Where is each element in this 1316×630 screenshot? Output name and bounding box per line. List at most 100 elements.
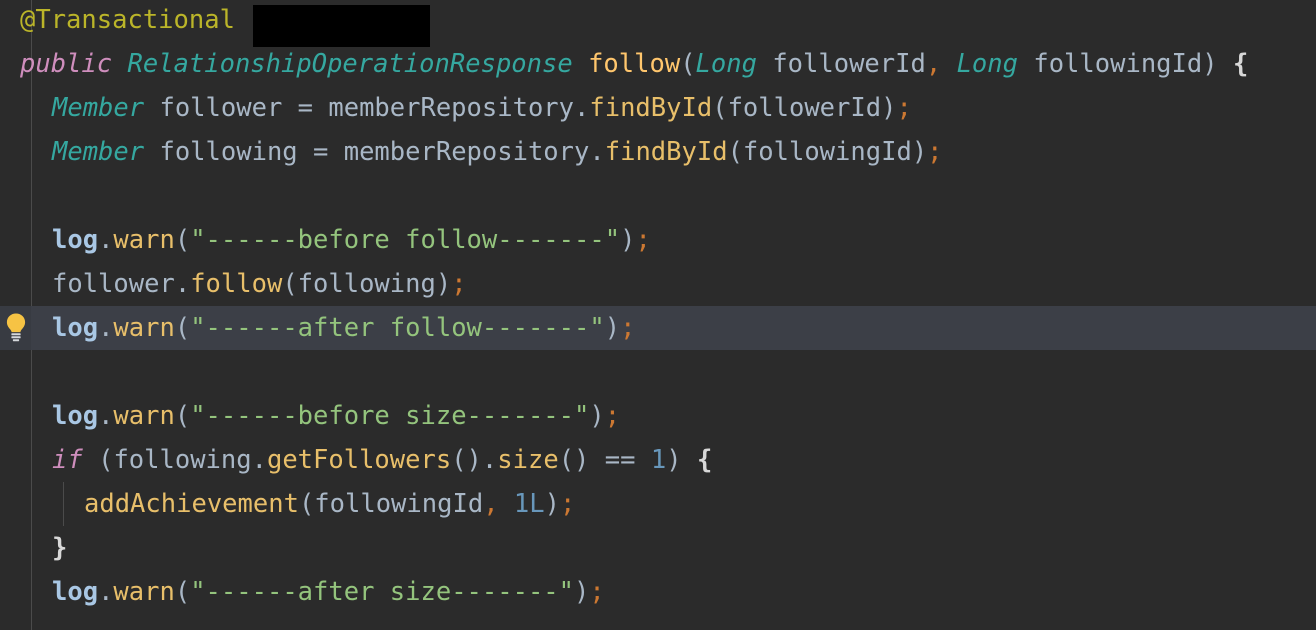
code-line[interactable]: log.warn("------after size-------"); (0, 570, 1316, 614)
token-paren: ( (712, 93, 728, 123)
redaction-box (253, 5, 430, 47)
token-identifier: followerId (727, 93, 882, 123)
code-line[interactable]: log.warn("------before size-------"); (0, 394, 1316, 438)
code-line[interactable] (0, 174, 1316, 218)
token-method: warn (113, 577, 175, 607)
token-method: findById (589, 93, 713, 123)
token-paren: ) (435, 269, 452, 299)
token-type: Long (956, 49, 1018, 79)
token-semicolon: ; (896, 93, 912, 123)
token-paren: ) (589, 401, 605, 431)
token-paren: ) (881, 93, 897, 123)
token-keyword: if (52, 445, 83, 475)
code-line-text: Member following = memberRepository.find… (0, 130, 943, 174)
token-operator: == (604, 445, 636, 475)
token-method: warn (113, 313, 175, 343)
token-paren: () (451, 445, 482, 475)
token-identifier: followerId (756, 49, 926, 79)
code-line[interactable]: follower.follow(following); (0, 262, 1316, 306)
code-line[interactable] (0, 350, 1316, 394)
token-type: RelationshipOperationResponse (127, 49, 573, 79)
token-brace: { (696, 445, 713, 475)
code-line[interactable]: } (0, 526, 1316, 570)
code-line-text: Member follower = memberRepository.findB… (0, 86, 912, 130)
token-semicolon: , (925, 49, 942, 79)
code-line[interactable]: log.warn("------after follow-------"); (0, 306, 1316, 350)
code-line[interactable]: public RelationshipOperationResponse fol… (0, 42, 1316, 86)
token-paren: ( (282, 269, 298, 299)
token-paren: ( (727, 137, 743, 167)
code-line[interactable]: if (following.getFollowers().size() == 1… (0, 438, 1316, 482)
token-identifier: followingId (742, 137, 912, 167)
code-line[interactable]: Member follower = memberRepository.findB… (0, 86, 1316, 130)
token-string: "------after size-------" (190, 577, 575, 607)
token-identifier: = (297, 93, 314, 123)
token-string: "------before follow-------" (190, 225, 621, 255)
token-log_field: log (52, 577, 99, 607)
token-method: follow (190, 269, 283, 299)
token-semicolon: , (483, 489, 499, 519)
token-paren: ) (604, 313, 621, 343)
code-line-text: public RelationshipOperationResponse fol… (0, 42, 1248, 86)
token-paren: () (558, 445, 590, 475)
token-log_field: log (52, 313, 99, 343)
token-identifier: . (251, 445, 267, 475)
token-method: addAchievement (84, 489, 299, 519)
token-identifier: following (113, 445, 252, 475)
token-method: warn (113, 225, 175, 255)
token-semicolon: ; (589, 577, 605, 607)
token-type: Member (52, 93, 145, 123)
token-identifier: follower (52, 269, 175, 299)
code-line-text: log.warn("------after size-------"); (0, 570, 605, 614)
token-paren: ) (574, 577, 590, 607)
token-identifier: . (574, 93, 590, 123)
code-line-text: log.warn("------after follow-------"); (0, 306, 635, 350)
token-method: warn (113, 401, 175, 431)
token-log_field: log (52, 225, 99, 255)
code-line[interactable]: Member following = memberRepository.find… (0, 130, 1316, 174)
token-number: 1L (513, 489, 545, 519)
token-paren: ( (298, 489, 315, 519)
token-semicolon: ; (927, 137, 943, 167)
token-semicolon: ; (620, 313, 636, 343)
token-identifier: . (481, 445, 498, 475)
token-identifier: . (98, 401, 114, 431)
token-paren: ( (680, 49, 696, 79)
token-string: "------before size-------" (190, 401, 590, 431)
token-number: 1 (650, 445, 667, 475)
token-identifier: followingId (314, 489, 484, 519)
code-editor[interactable]: @Transactional public RelationshipOperati… (0, 0, 1316, 630)
token-identifier: = (313, 137, 329, 167)
token-identifier: follower (144, 93, 298, 123)
token-identifier: memberRepository (328, 137, 590, 167)
code-line-text: log.warn("------before size-------"); (0, 394, 620, 438)
token-paren: ) (666, 445, 682, 475)
code-line-text: } (0, 526, 67, 570)
token-brace: { (1232, 49, 1249, 79)
code-line-text: @Transactional (0, 0, 235, 42)
token-keyword: public (20, 49, 113, 79)
token-type: Member (52, 137, 145, 167)
code-line[interactable]: @Transactional (0, 0, 1316, 42)
token-brace: } (52, 533, 68, 563)
token-paren: ( (174, 313, 191, 343)
token-identifier: . (98, 225, 114, 255)
token-log_field: log (52, 401, 99, 431)
token-semicolon: ; (451, 269, 467, 299)
lightbulb-icon[interactable] (3, 312, 29, 342)
token-identifier: following (144, 137, 314, 167)
token-identifier: followingId (1018, 49, 1203, 79)
token-paren: ) (620, 225, 636, 255)
token-paren: ) (911, 137, 928, 167)
token-paren: ( (98, 445, 114, 475)
code-line[interactable]: log.warn("------before follow-------"); (0, 218, 1316, 262)
code-line[interactable]: addAchievement(followingId, 1L); (0, 482, 1316, 526)
token-identifier: . (174, 269, 191, 299)
